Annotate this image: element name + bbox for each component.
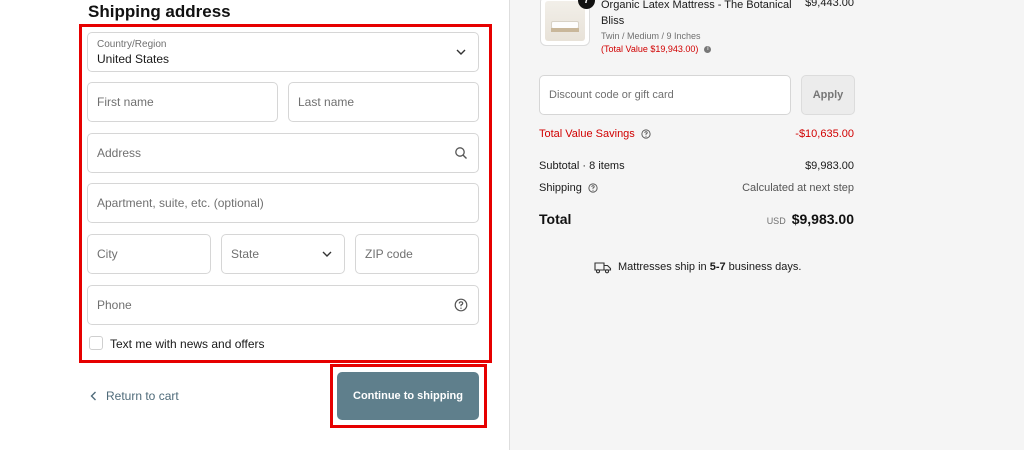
info-icon[interactable]: i: [704, 45, 712, 53]
product-variant: Twin / Medium / 9 Inches: [601, 31, 701, 41]
total-value-savings-value: -$10,635.00: [795, 128, 854, 140]
address-placeholder: Address: [97, 146, 142, 160]
subtotal-label: Subtotal · 8 items: [539, 160, 625, 172]
product-name: Organic Latex Mattress - The Botanical B…: [601, 0, 792, 27]
shipping-note-prefix: Mattresses ship in: [618, 261, 710, 273]
checkout-form-panel: Shipping address Country/Region United S…: [0, 0, 509, 450]
shipping-value: Calculated at next step: [742, 182, 854, 194]
shipping-note: Mattresses ship in 5-7 business days.: [594, 260, 801, 274]
shipping-note-text: Mattresses ship in 5-7 business days.: [618, 261, 801, 273]
search-icon: [455, 147, 467, 159]
first-name-placeholder: First name: [97, 95, 154, 109]
help-circle-icon[interactable]: [588, 183, 598, 193]
apartment-input[interactable]: Apartment, suite, etc. (optional): [87, 183, 479, 223]
address-input[interactable]: Address: [87, 133, 479, 173]
city-input[interactable]: City: [87, 234, 211, 274]
total-value: USD $9,983.00: [767, 211, 854, 227]
chevron-down-icon: [322, 251, 332, 257]
chevron-down-icon: [456, 49, 466, 55]
phone-placeholder: Phone: [97, 298, 132, 312]
chevron-left-icon: [90, 391, 96, 401]
phone-input[interactable]: Phone: [87, 285, 479, 325]
country-select[interactable]: Country/Region United States: [87, 32, 479, 72]
first-name-input[interactable]: First name: [87, 82, 278, 122]
total-value-savings-label: Total Value Savings: [539, 128, 651, 140]
shipping-label-text: Shipping: [539, 182, 582, 194]
truck-icon: [594, 262, 612, 274]
country-label: Country/Region: [97, 39, 167, 50]
state-placeholder: State: [231, 247, 260, 261]
zip-input[interactable]: ZIP code: [355, 234, 479, 274]
city-placeholder: City: [97, 247, 118, 261]
sms-opt-in-checkbox[interactable]: [89, 336, 103, 350]
total-amount: $9,983.00: [791, 211, 854, 227]
product-price: $9,443.00: [805, 0, 854, 9]
shipping-label: Shipping: [539, 182, 598, 194]
product-total-value-text: (Total Value $19,943.00): [601, 44, 699, 54]
last-name-input[interactable]: Last name: [288, 82, 479, 122]
shipping-note-suffix: business days.: [725, 261, 802, 273]
state-select[interactable]: State: [221, 234, 345, 274]
sms-opt-in-label[interactable]: Text me with news and offers: [110, 337, 265, 351]
return-to-cart-label: Return to cart: [106, 389, 179, 403]
total-label: Total: [539, 211, 572, 227]
help-circle-icon[interactable]: [641, 129, 651, 139]
last-name-placeholder: Last name: [298, 95, 355, 109]
discount-code-placeholder: Discount code or gift card: [549, 89, 674, 101]
apartment-placeholder: Apartment, suite, etc. (optional): [97, 196, 264, 210]
product-total-value: (Total Value $19,943.00) i: [601, 44, 712, 54]
subtotal-value: $9,983.00: [805, 160, 854, 172]
shipping-note-days: 5-7: [709, 261, 726, 273]
continue-to-shipping-button[interactable]: Continue to shipping: [337, 372, 479, 420]
discount-code-input[interactable]: Discount code or gift card: [539, 75, 791, 115]
country-value: United States: [97, 52, 170, 66]
subtotal-label-text: Subtotal · 8 items: [539, 160, 625, 172]
total-currency: USD: [766, 216, 786, 226]
zip-placeholder: ZIP code: [365, 247, 413, 261]
help-circle-icon[interactable]: [454, 298, 468, 312]
return-to-cart-link[interactable]: Return to cart: [89, 389, 179, 403]
savings-label-text: Total Value Savings: [539, 128, 635, 140]
product-image-frame: [551, 28, 579, 32]
apply-discount-button[interactable]: Apply: [801, 75, 855, 115]
shipping-address-title: Shipping address: [88, 2, 231, 21]
